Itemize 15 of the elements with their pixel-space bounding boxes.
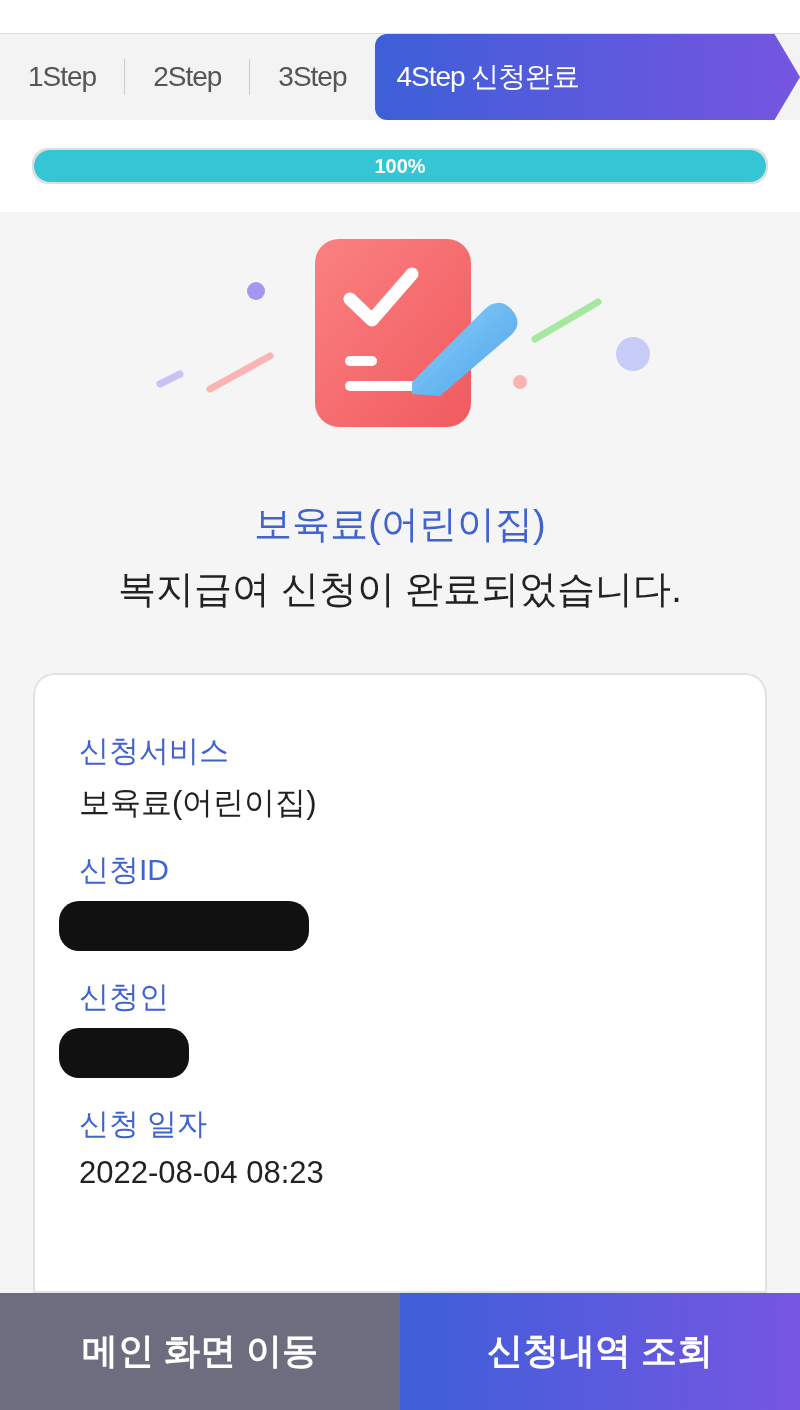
detail-label: 신청인 [79, 979, 170, 1015]
progress-label: 100% [374, 154, 426, 178]
service-title: 보육료(어린이집) [254, 502, 546, 547]
detail-label: 신청서비스 [79, 733, 230, 769]
action-button[interactable]: 메인 화면 이동 [0, 1293, 400, 1410]
completion-message: 복지급여 신청이 완료되었습니다. [118, 567, 682, 612]
action-button[interactable]: 신청내역 조회 [400, 1293, 800, 1410]
step-tab[interactable]: 2Step [125, 34, 250, 120]
detail-label: 신청ID [79, 852, 170, 888]
step-tab[interactable]: 4Step 신청완료 [374, 34, 800, 120]
detail-value: 2022-08-04 08:23 [79, 1155, 325, 1191]
step-tab[interactable]: 1Step [0, 34, 125, 120]
step-tab[interactable]: 3Step [250, 34, 375, 120]
detail-label: 신청 일자 [79, 1106, 209, 1142]
detail-value: 보육료(어린이집) [79, 784, 318, 822]
